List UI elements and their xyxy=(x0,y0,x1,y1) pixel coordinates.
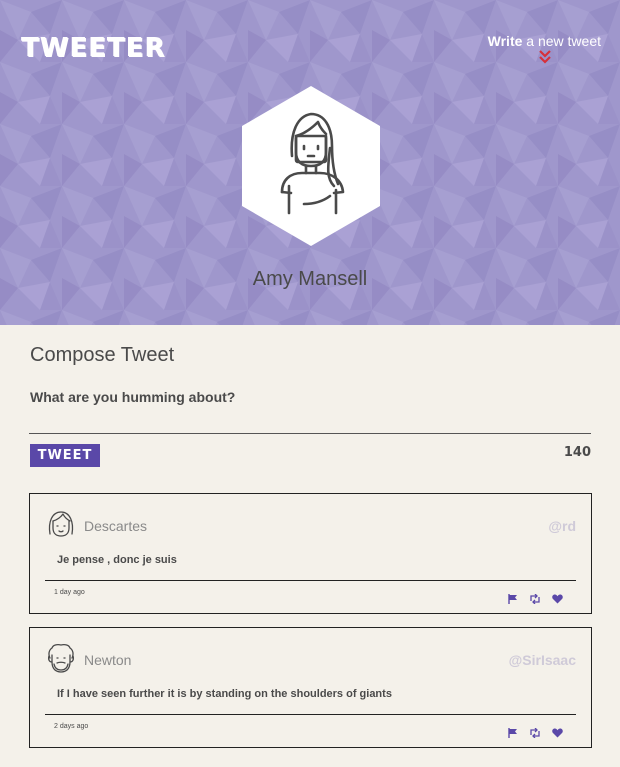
tweet-text: Je pense , donc je suis xyxy=(57,554,177,566)
heart-icon[interactable] xyxy=(552,589,563,608)
profile-avatar xyxy=(242,86,380,246)
profile-header: TWEETER Write a new tweet Amy Mansell xyxy=(0,0,620,325)
profile-name: Amy Mansell xyxy=(252,268,368,290)
tweet-card: Descartes @rd Je pense , donc je suis 1 … xyxy=(29,493,592,614)
heart-icon[interactable] xyxy=(552,723,563,742)
tweet-author-name: Newton xyxy=(84,652,132,668)
retweet-icon[interactable] xyxy=(529,589,541,608)
brand-logo: TWEETER xyxy=(21,33,166,63)
tweet-button[interactable]: TWEET xyxy=(30,444,100,467)
tweet-divider xyxy=(45,714,576,715)
write-link-rest: a new tweet xyxy=(522,33,601,49)
tweet-author-handle: @rd xyxy=(548,518,576,534)
tweet-actions xyxy=(502,588,563,605)
tweet-author-name: Descartes xyxy=(84,518,148,534)
tweet-actions xyxy=(502,722,563,739)
flag-icon[interactable] xyxy=(508,589,518,608)
double-chevron-down-icon[interactable] xyxy=(538,49,552,65)
tweet-card: Newton @SirIsaac If I have seen further … xyxy=(29,627,592,748)
flag-icon[interactable] xyxy=(508,723,518,742)
tweet-timestamp: 2 days ago xyxy=(54,723,89,730)
tweet-text-input[interactable] xyxy=(29,386,591,434)
retweet-icon[interactable] xyxy=(529,723,541,742)
write-new-tweet-link[interactable]: Write a new tweet xyxy=(488,33,601,49)
tweet-timestamp: 1 day ago xyxy=(54,589,85,596)
tweet-author-handle: @SirIsaac xyxy=(508,652,576,668)
write-link-bold: Write xyxy=(487,33,523,49)
char-counter: 140 xyxy=(563,445,591,460)
bearded-man-avatar-icon xyxy=(47,643,75,673)
tweet-divider xyxy=(45,580,576,581)
compose-title: Compose Tweet xyxy=(30,344,175,366)
girl-avatar-icon xyxy=(48,511,74,537)
tweet-text: If I have seen further it is by standing… xyxy=(57,688,392,700)
